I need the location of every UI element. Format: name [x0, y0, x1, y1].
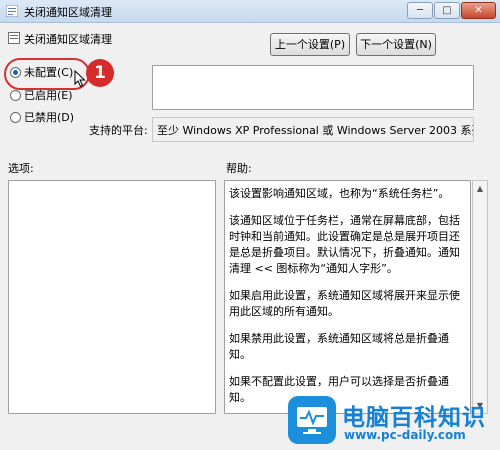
policy-app-icon [6, 5, 18, 17]
help-scrollbar[interactable]: ▲ ▼ [472, 180, 488, 414]
mouse-cursor-icon [74, 70, 86, 88]
radio-icon [10, 90, 21, 101]
radio-label: 已启用(E) [24, 89, 73, 102]
help-paragraph: 该通知区域位于任务栏，通常在屏幕底部，包括时钟和当前通知。此设置确定是总是展开项… [229, 214, 460, 275]
watermark-brand: 电脑百科知识 [342, 405, 486, 431]
radio-label: 已禁用(D) [24, 111, 75, 124]
watermark-url: www.pc-daily.com [344, 428, 466, 442]
next-setting-button[interactable]: 下一个设置(N) [356, 33, 436, 56]
supported-platform-field: 至少 Windows XP Professional 或 Windows Ser… [152, 117, 474, 142]
policy-name: 关闭通知区域清理 [24, 33, 112, 46]
maximize-icon: □ [442, 5, 452, 16]
minimize-button[interactable]: ─ [407, 2, 433, 19]
watermark-logo-icon [288, 396, 336, 444]
watermark: 电脑百科知识 www.pc-daily.com [288, 396, 500, 450]
help-paragraph: 如果启用此设置，系统通知区域将展开来显示使用此区域的所有通知。 [229, 289, 460, 318]
help-label: 帮助: [226, 162, 252, 175]
radio-icon [10, 112, 21, 123]
scroll-up-icon[interactable]: ▲ [473, 181, 487, 196]
step-number-badge: 1 [86, 59, 114, 87]
supported-platform-label: 支持的平台: [89, 124, 148, 137]
options-panel [8, 180, 216, 414]
previous-setting-button[interactable]: 上一个设置(P) [270, 33, 350, 56]
comment-textarea[interactable] [152, 65, 474, 110]
policy-setting-icon [8, 32, 20, 44]
help-panel: 该设置影响通知区域，也称为“系统任务栏”。 该通知区域位于任务栏，通常在屏幕底部… [224, 180, 471, 414]
close-icon: ✕ [474, 5, 483, 16]
close-button[interactable]: ✕ [461, 2, 496, 19]
radio-enabled[interactable]: 已启用(E) [10, 88, 73, 104]
radio-label: 未配置(C) [24, 66, 74, 79]
maximize-button[interactable]: □ [434, 2, 460, 19]
options-label: 选项: [8, 162, 34, 175]
help-paragraph: 如果禁用此设置，系统通知区域将总是折叠通知。 [229, 332, 449, 361]
help-paragraph: 该设置影响通知区域，也称为“系统任务栏”。 [229, 187, 450, 200]
radio-not-configured[interactable]: 未配置(C) [10, 65, 73, 81]
title-bar: 关闭通知区域清理 ─ □ ✕ [0, 0, 500, 23]
radio-disabled[interactable]: 已禁用(D) [10, 110, 74, 126]
minimize-icon: ─ [416, 5, 424, 16]
window-title: 关闭通知区域清理 [24, 6, 112, 19]
radio-selected-icon [10, 67, 21, 78]
